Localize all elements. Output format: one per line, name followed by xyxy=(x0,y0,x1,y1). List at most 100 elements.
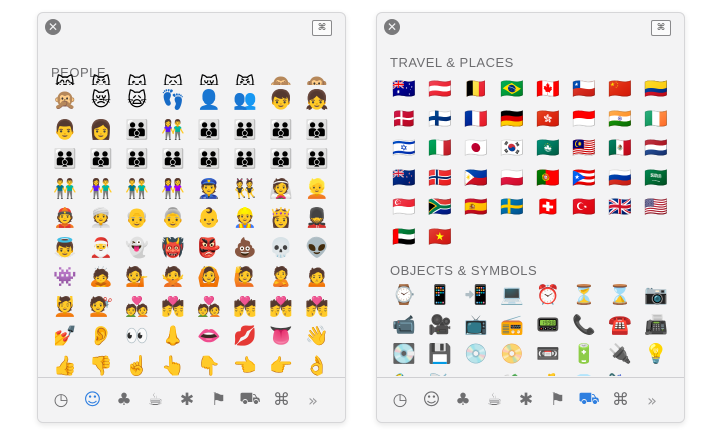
flag-cell[interactable]: 🇵🇱 xyxy=(494,164,530,194)
emoji-cell[interactable]: 💩 xyxy=(227,234,263,264)
emoji-cell[interactable]: 👪 xyxy=(263,116,299,146)
object-cell[interactable]: 📺 xyxy=(458,311,494,341)
object-cell[interactable]: 📱 xyxy=(422,281,458,311)
flag-cell[interactable]: 🇪🇸 xyxy=(458,193,494,223)
emoji-cell[interactable]: 👎 xyxy=(83,352,119,377)
emoji-cell[interactable]: 💇 xyxy=(83,293,119,323)
flag-cell[interactable]: 🇧🇪 xyxy=(458,75,494,105)
emoji-cell[interactable]: 👪 xyxy=(155,145,191,175)
emoji-cell[interactable]: 👅 xyxy=(263,322,299,352)
emoji-cell[interactable]: 👩 xyxy=(83,116,119,146)
object-cell[interactable]: 🔋 xyxy=(566,340,602,370)
object-cell[interactable]: 📡 xyxy=(422,370,458,376)
object-cell[interactable]: 🔦 xyxy=(386,370,422,376)
flag-cell[interactable]: 🇹🇷 xyxy=(566,193,602,223)
flag-cell[interactable]: 🇯🇵 xyxy=(458,134,494,164)
object-cell[interactable]: 💸 xyxy=(494,370,530,376)
emoji-cell[interactable]: 👂 xyxy=(83,322,119,352)
emoji-cell[interactable]: 👾 xyxy=(47,263,83,293)
flag-cell[interactable]: 🇦🇹 xyxy=(422,75,458,105)
tab-celebration-icon[interactable]: ✱ xyxy=(174,387,200,413)
emoji-cell[interactable]: 👷 xyxy=(227,204,263,234)
emoji-cell[interactable]: 👪 xyxy=(47,145,83,175)
emoji-scroll-area[interactable]: TRAVEL & PLACES 🇦🇺 🇦🇹 🇧🇪 🇧🇷 🇨🇦 🇨🇱 🇨🇳 🇨🇴 🇩🇰 🇫🇮 🇫🇷 🇩🇪… xyxy=(377,41,684,376)
flag-cell[interactable]: 🇸🇪 xyxy=(494,193,530,223)
tab-recent-icon[interactable]: ◷ xyxy=(387,387,413,413)
emoji-cell[interactable]: 👌 xyxy=(299,352,335,377)
object-cell[interactable]: 📟 xyxy=(530,311,566,341)
emoji-cell[interactable]: 👫 xyxy=(155,116,191,146)
flag-cell[interactable]: 🇩🇰 xyxy=(386,105,422,135)
flag-cell[interactable]: 🇨🇱 xyxy=(566,75,602,105)
object-cell[interactable]: ⌚ xyxy=(386,281,422,311)
emoji-cell[interactable]: 😿 xyxy=(83,86,119,116)
object-cell[interactable]: 💻 xyxy=(494,281,530,311)
character-viewer-icon[interactable]: ⌘ xyxy=(312,20,332,36)
flag-cell[interactable]: 🇺🇸 xyxy=(638,193,674,223)
emoji-cell[interactable]: 👈 xyxy=(227,352,263,377)
close-button[interactable]: ✕ xyxy=(45,19,61,35)
object-cell[interactable]: 💿 xyxy=(458,340,494,370)
emoji-cell[interactable]: 👪 xyxy=(119,116,155,146)
tab-nature-icon[interactable]: ♣ xyxy=(111,387,137,413)
tab-more-icon[interactable]: » xyxy=(300,387,326,413)
emoji-cell[interactable]: 🙈 xyxy=(263,71,299,85)
emoji-cell[interactable]: 👪 xyxy=(263,145,299,175)
emoji-cell[interactable]: 👱 xyxy=(299,175,335,205)
object-cell[interactable]: 💎 xyxy=(566,370,602,376)
flag-cell[interactable]: 🇲🇾 xyxy=(566,134,602,164)
flag-cell[interactable]: 🇩🇪 xyxy=(494,105,530,135)
emoji-cell[interactable]: 👰 xyxy=(263,175,299,205)
object-cell[interactable]: 📀 xyxy=(494,340,530,370)
emoji-cell[interactable]: 🙇 xyxy=(83,263,119,293)
tab-travel-icon[interactable]: ⛟ xyxy=(576,387,602,413)
object-cell[interactable]: ⌛ xyxy=(602,281,638,311)
emoji-cell[interactable]: 👶 xyxy=(191,204,227,234)
flag-cell[interactable]: 🇨🇭 xyxy=(530,193,566,223)
emoji-cell[interactable]: 👄 xyxy=(191,322,227,352)
flag-cell[interactable]: 🇳🇴 xyxy=(422,164,458,194)
emoji-cell[interactable]: 👨 xyxy=(47,116,83,146)
flag-cell[interactable]: 🇮🇳 xyxy=(602,105,638,135)
emoji-cell[interactable]: 💅 xyxy=(47,322,83,352)
emoji-cell[interactable]: 👮 xyxy=(191,175,227,205)
emoji-cell[interactable]: 🙋 xyxy=(227,263,263,293)
object-cell[interactable]: 📹 xyxy=(386,311,422,341)
emoji-cell[interactable]: 💏 xyxy=(263,293,299,323)
emoji-cell[interactable]: 👃 xyxy=(155,322,191,352)
object-cell[interactable]: 📞 xyxy=(566,311,602,341)
flag-cell[interactable]: 🇲🇽 xyxy=(602,134,638,164)
tab-activity-icon[interactable]: ⚑ xyxy=(206,387,232,413)
tab-activity-icon[interactable]: ⚑ xyxy=(545,387,571,413)
emoji-cell[interactable]: 🎅 xyxy=(83,234,119,264)
emoji-cell[interactable]: 👇 xyxy=(191,352,227,377)
flag-cell[interactable]: 🇨🇴 xyxy=(638,75,674,105)
emoji-cell[interactable]: 💑 xyxy=(119,293,155,323)
flag-cell[interactable]: 🇫🇷 xyxy=(458,105,494,135)
emoji-cell[interactable]: 👫 xyxy=(83,175,119,205)
flag-cell[interactable]: 🇮🇹 xyxy=(422,134,458,164)
object-cell[interactable]: ☎️ xyxy=(602,311,638,341)
emoji-cell[interactable]: 👧 xyxy=(299,86,335,116)
flag-cell[interactable]: 🇵🇷 xyxy=(566,164,602,194)
object-cell[interactable]: 💳 xyxy=(458,370,494,376)
flag-cell[interactable]: 🇳🇿 xyxy=(386,164,422,194)
tab-symbols-icon[interactable]: ⌘ xyxy=(608,387,634,413)
emoji-cell[interactable]: 👺 xyxy=(191,234,227,264)
tab-more-icon[interactable]: » xyxy=(639,387,665,413)
flag-cell[interactable]: 🇦🇪 xyxy=(386,223,422,253)
tab-recent-icon[interactable]: ◷ xyxy=(48,387,74,413)
emoji-cell[interactable]: 👬 xyxy=(47,175,83,205)
flag-cell[interactable]: 🇷🇺 xyxy=(602,164,638,194)
flag-cell[interactable]: 🇮🇪 xyxy=(638,105,674,135)
emoji-cell[interactable]: 👯 xyxy=(227,175,263,205)
emoji-cell[interactable]: 👉 xyxy=(263,352,299,377)
emoji-cell[interactable]: 👪 xyxy=(83,145,119,175)
emoji-cell[interactable]: 🙊 xyxy=(47,86,83,116)
tab-food-icon[interactable]: ☕ xyxy=(482,387,508,413)
tab-travel-icon[interactable]: ⛟ xyxy=(237,387,263,413)
object-cell[interactable]: 💰 xyxy=(530,370,566,376)
emoji-cell[interactable]: 💁 xyxy=(119,263,155,293)
emoji-cell[interactable]: 👆 xyxy=(155,352,191,377)
flag-cell[interactable]: 🇧🇷 xyxy=(494,75,530,105)
